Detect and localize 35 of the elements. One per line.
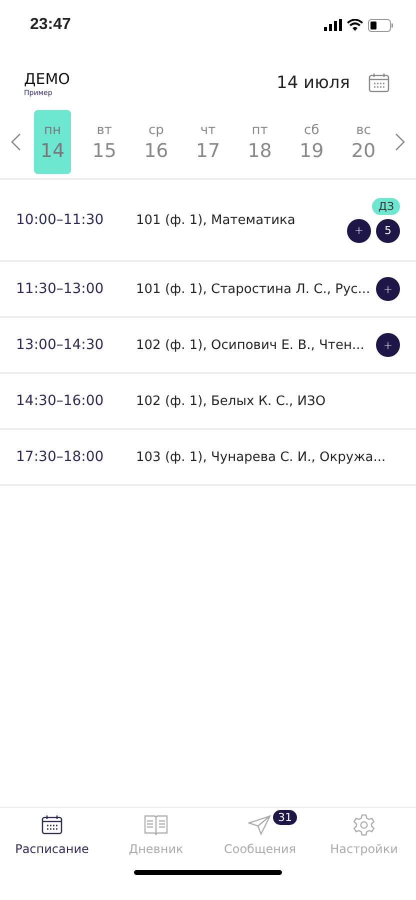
school-title: ДЕМО xyxy=(24,70,70,88)
chevron-left-icon[interactable] xyxy=(11,133,21,151)
chevron-right-icon[interactable] xyxy=(395,133,405,151)
wifi-icon xyxy=(347,19,363,31)
battery-icon xyxy=(368,18,394,32)
lesson-time: 14:30–16:00 xyxy=(16,393,105,409)
calendar-icon[interactable] xyxy=(41,814,63,836)
add-button[interactable]: + xyxy=(376,277,400,301)
lesson-details[interactable]: 102 (ф. 1), Осипович Е. В., Чтен... xyxy=(136,338,376,352)
day-tab[interactable]: сб 19 xyxy=(293,110,330,174)
current-date: 14 июля xyxy=(276,73,350,93)
day-tab[interactable]: ср 16 xyxy=(138,110,175,174)
nav-tab[interactable]: Расписание xyxy=(0,814,104,864)
lesson-time: 11:30–13:00 xyxy=(16,281,105,297)
unread-count: 31 xyxy=(273,810,297,825)
day-tab[interactable]: вс 20 xyxy=(344,110,382,174)
lesson-time: 10:00–11:30 xyxy=(16,212,105,228)
homework-tag[interactable]: ДЗ xyxy=(372,198,400,214)
settings-icon[interactable] xyxy=(353,814,375,836)
lesson-details[interactable]: 103 (ф. 1), Чунарева С. И., Окружа... xyxy=(136,450,400,464)
lesson-details[interactable]: 102 (ф. 1), Белых К. С., ИЗО xyxy=(136,394,400,408)
lesson-time: 13:00–14:30 xyxy=(16,337,105,353)
lesson-details[interactable]: 101 (ф. 1), Математика xyxy=(136,212,347,228)
day-tab[interactable]: чт 17 xyxy=(189,110,226,174)
grade-badge: 5 xyxy=(376,218,400,242)
lesson-time: 17:30–18:00 xyxy=(16,449,105,465)
paper-plane-icon[interactable] xyxy=(248,814,272,836)
add-button[interactable]: + xyxy=(376,333,400,357)
add-button[interactable]: + xyxy=(347,218,371,242)
lesson-details[interactable]: 101 (ф. 1), Старостина Л. С., Рус... xyxy=(136,282,376,296)
signal-icon xyxy=(324,19,342,31)
status-time: 23:47 xyxy=(30,16,71,34)
day-tab[interactable]: вт 15 xyxy=(86,110,123,174)
day-tab[interactable]: пт 18 xyxy=(241,110,278,174)
book-icon[interactable] xyxy=(144,814,168,836)
